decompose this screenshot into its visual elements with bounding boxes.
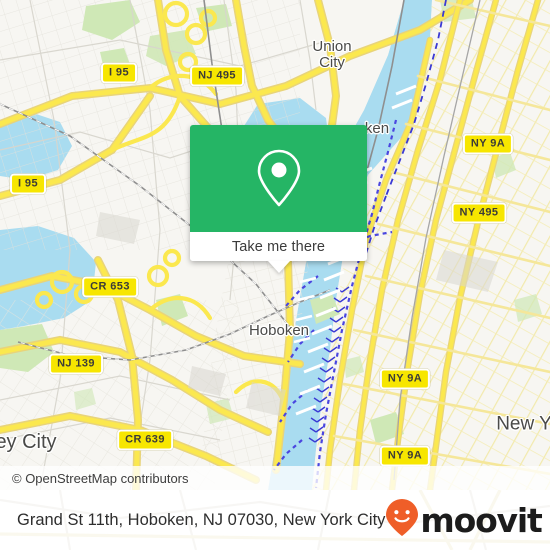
location-popup-card[interactable]: Take me there bbox=[190, 125, 367, 273]
moovit-wordmark: moovit bbox=[420, 500, 542, 540]
road-shield-cr-639[interactable]: CR 639 bbox=[117, 429, 173, 451]
road-shield-nj-495[interactable]: NJ 495 bbox=[190, 65, 244, 87]
road-shield-nj-139[interactable]: NJ 139 bbox=[49, 353, 103, 375]
road-shield-i-95-west[interactable]: I 95 bbox=[10, 173, 46, 195]
road-shield-ny-9a-north[interactable]: NY 9A bbox=[462, 133, 514, 155]
road-shield-ny-9a-south[interactable]: NY 9A bbox=[379, 445, 431, 467]
address-label: Grand St 11th, Hoboken, NJ 07030, New Yo… bbox=[17, 510, 386, 529]
popup-footer[interactable]: Take me there bbox=[190, 232, 367, 273]
map-pin-icon bbox=[253, 147, 305, 211]
moovit-pin-icon bbox=[385, 498, 419, 543]
moovit-logo[interactable]: moovit bbox=[385, 498, 550, 543]
road-shield-cr-653[interactable]: CR 653 bbox=[82, 276, 138, 298]
popup-pointer-tail bbox=[267, 261, 290, 273]
take-me-there-label: Take me there bbox=[231, 238, 326, 255]
map-screenshot: Union City ken Hoboken ey City New Y I 9… bbox=[0, 0, 550, 550]
map-canvas[interactable]: Union City ken Hoboken ey City New Y I 9… bbox=[0, 0, 550, 490]
osm-attribution-text[interactable]: © OpenStreetMap contributors bbox=[0, 471, 189, 486]
road-shield-i-95-north[interactable]: I 95 bbox=[101, 62, 137, 84]
popup-header bbox=[190, 125, 367, 232]
road-shield-ny-495-east[interactable]: NY 495 bbox=[451, 202, 507, 224]
road-shield-ny-9a-mid[interactable]: NY 9A bbox=[379, 368, 431, 390]
map-attribution-bar: © OpenStreetMap contributors bbox=[0, 466, 550, 490]
footer-bar: Grand St 11th, Hoboken, NJ 07030, New Yo… bbox=[0, 490, 550, 550]
